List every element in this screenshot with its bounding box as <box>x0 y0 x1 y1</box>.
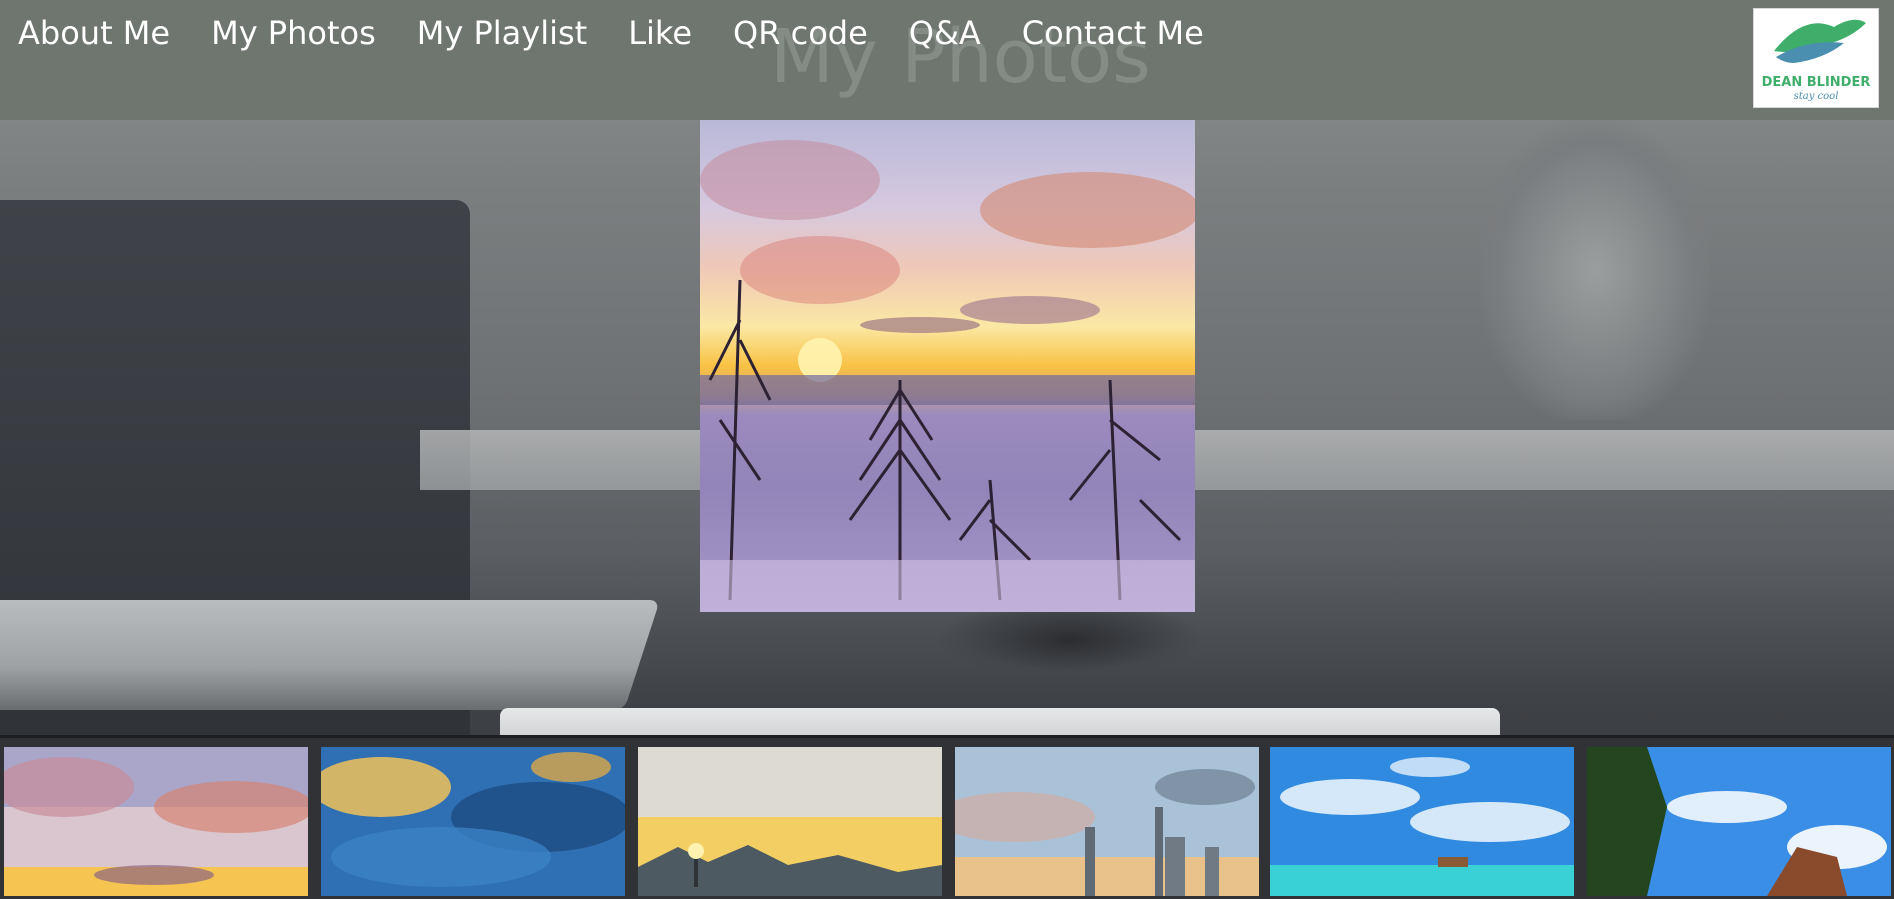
beach-palm-thumbnail <box>1587 747 1891 896</box>
sunset-clouds-thumbnail <box>4 747 308 896</box>
featured-photo[interactable] <box>700 120 1195 612</box>
logo-tagline: stay cool <box>1793 91 1839 102</box>
thumbnail-5[interactable] <box>1270 747 1574 896</box>
thumbnail-3[interactable] <box>638 747 942 896</box>
background-monitor-stand <box>940 600 1200 680</box>
nav-item-my-photos[interactable]: My Photos <box>211 14 376 52</box>
sunset-snow-trees-image <box>700 140 1195 612</box>
nav-item-qa[interactable]: Q&A <box>909 14 981 52</box>
logo-name: DEAN BLINDER <box>1761 75 1871 90</box>
nav-item-qr-code[interactable]: QR code <box>733 14 868 52</box>
nav-item-contact-me[interactable]: Contact Me <box>1022 14 1204 52</box>
ocean-hut-thumbnail <box>1270 747 1574 896</box>
city-skyline-thumbnail <box>955 747 1259 896</box>
background-lamp <box>1480 120 1710 420</box>
thumbnail-6[interactable] <box>1587 747 1891 896</box>
top-navbar: My Photos About Me My Photos My Playlist… <box>0 0 1894 120</box>
site-logo[interactable]: DEAN BLINDER stay cool <box>1753 8 1879 108</box>
mountain-sunset-thumbnail <box>638 747 942 896</box>
nav-menu: About Me My Photos My Playlist Like QR c… <box>18 14 1245 52</box>
background-laptop-base <box>0 600 660 710</box>
nav-item-like[interactable]: Like <box>628 14 692 52</box>
thumbnail-4[interactable] <box>955 747 1259 896</box>
sun-rays-clouds-thumbnail <box>321 747 625 896</box>
logo-mountain-icon <box>1774 19 1866 63</box>
thumbnail-1[interactable] <box>4 747 308 896</box>
thumbnail-2[interactable] <box>321 747 625 896</box>
nav-item-about-me[interactable]: About Me <box>18 14 170 52</box>
nav-item-my-playlist[interactable]: My Playlist <box>417 14 587 52</box>
